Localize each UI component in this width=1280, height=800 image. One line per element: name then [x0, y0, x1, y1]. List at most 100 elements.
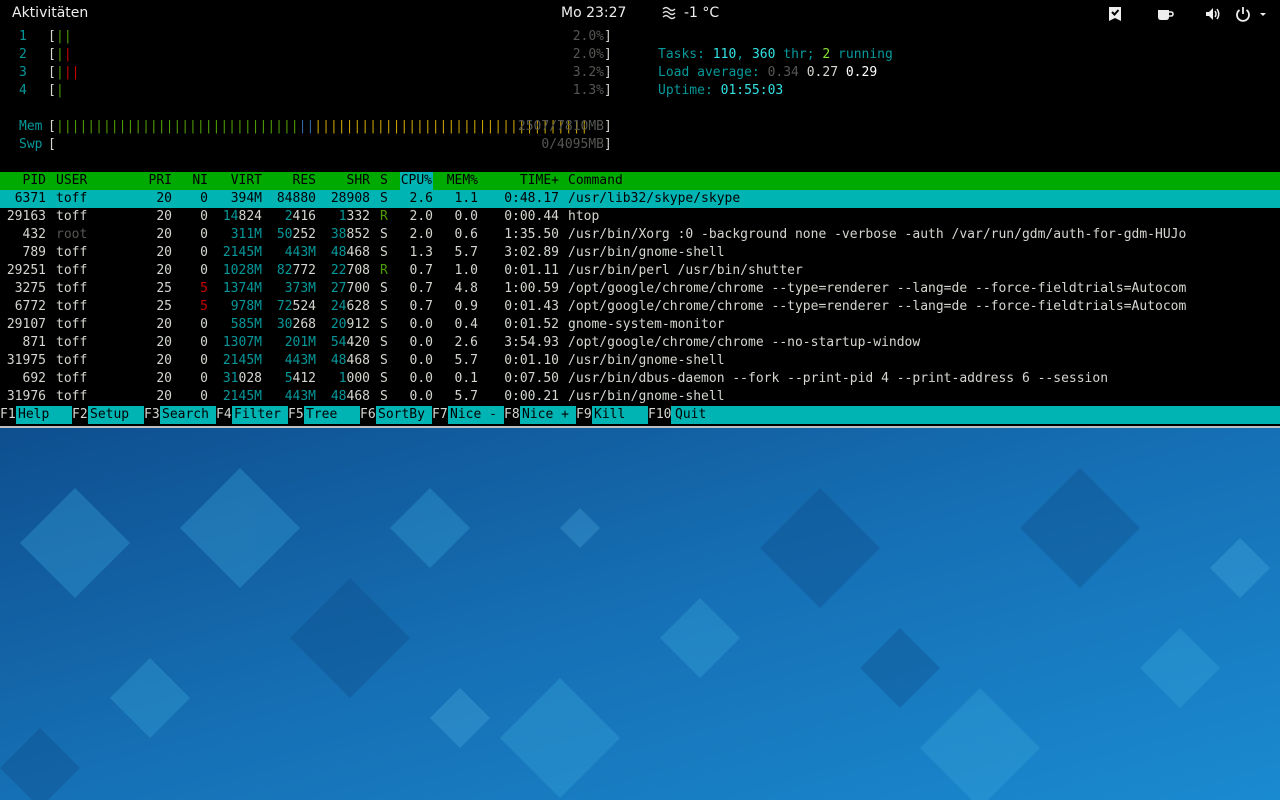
clock[interactable]: Mo 23:27 — [561, 5, 626, 21]
cell-user: root — [56, 227, 88, 242]
chevron-down-icon[interactable] — [1258, 5, 1268, 23]
weather-indicator[interactable]: -1 °C — [662, 5, 719, 21]
cell-mem: 2.6 — [454, 335, 478, 350]
fkey-label-f2[interactable]: Setup — [90, 406, 137, 424]
cell-pri: 20 — [156, 353, 172, 368]
cell-virt: 585M — [230, 317, 262, 332]
cell-cpu: 0.0 — [409, 353, 433, 368]
terminal-window[interactable]: 1[|| 2.0%] 2[|| 2.0%] 3[||| 3.2%] 4[| 1.3%] Mem… — [0, 28, 1280, 426]
cell-mem: 0.4 — [454, 317, 478, 332]
cell-pid: 432 — [22, 227, 46, 242]
column-header-pri[interactable]: PRI — [149, 172, 172, 190]
cell-virt: 1307M — [222, 335, 262, 350]
cell-res: 5412 — [284, 371, 316, 386]
table-row[interactable]: 3275 toff 25 5 1374M 373M 27700 S 0.7 4.8 1:00.59 /… — [0, 280, 1280, 298]
cell-pri: 20 — [156, 335, 172, 350]
fkey-f2[interactable]: F2 — [72, 406, 88, 424]
cell-user: toff — [56, 191, 88, 206]
cell-pri: 20 — [156, 209, 172, 224]
activities-button[interactable]: Aktivitäten — [12, 5, 88, 21]
cell-ni: 0 — [200, 227, 208, 242]
fkey-f3[interactable]: F3 — [144, 406, 160, 424]
swap-meter: Swp [ 0/4095MB ] — [19, 137, 612, 152]
cell-s: S — [380, 317, 388, 332]
column-header-mem[interactable]: MEM% — [447, 172, 478, 190]
cell-shr: 48468 — [330, 389, 370, 404]
cell-pid: 31975 — [6, 353, 46, 368]
cell-mem: 0.1 — [454, 371, 478, 386]
fkey-label-f1[interactable]: Help — [18, 406, 65, 424]
cell-time: 1:35.50 — [504, 227, 559, 242]
fkey-f1[interactable]: F1 — [0, 406, 16, 424]
fkey-f7[interactable]: F7 — [432, 406, 448, 424]
column-header-time[interactable]: TIME+ — [520, 172, 559, 190]
mem-value: 2507/7810MB — [517, 119, 604, 134]
table-row[interactable]: 789 toff 20 0 2145M 443M 48468 S 1.3 5.7 3:02.89/u… — [0, 244, 1280, 262]
table-row[interactable]: 6772 toff 25 5 978M 72524 24628 S 0.7 0.9 0:01.43 /… — [0, 298, 1280, 316]
fkey-label-f4[interactable]: Filter — [234, 406, 281, 424]
tasks-check-icon[interactable] — [1106, 5, 1124, 23]
cell-ni: 0 — [200, 191, 208, 206]
fkey-f5[interactable]: F5 — [288, 406, 304, 424]
table-row[interactable]: 692 toff 20 0 31028 5412 1000 S 0.0 0.1 0:07.50/us… — [0, 370, 1280, 388]
fkey-label-f8[interactable]: Nice + — [522, 406, 569, 424]
table-row[interactable]: 29107 toff 20 0 585M 30268 20912 S 0.0 0.4 0:01.52… — [0, 316, 1280, 334]
fkey-label-f7[interactable]: Nice - — [450, 406, 497, 424]
fkey-label-f6[interactable]: SortBy — [378, 406, 425, 424]
cell-s: S — [380, 191, 388, 206]
fkey-f4[interactable]: F4 — [216, 406, 232, 424]
cell-virt: 978M — [230, 299, 262, 314]
process-table-header[interactable]: PID USER PRI NI VIRT RES SHR S CPU% MEM% TIME+ Comm… — [0, 172, 1280, 190]
cell-shr: 27700 — [330, 281, 370, 296]
power-icon[interactable] — [1235, 5, 1251, 23]
fkey-f9[interactable]: F9 — [576, 406, 592, 424]
cell-time: 0:07.50 — [504, 371, 559, 386]
table-row[interactable]: 31975 toff 20 0 2145M 443M 48468 S 0.0 5.7 0:01.10… — [0, 352, 1280, 370]
fkey-f6[interactable]: F6 — [360, 406, 376, 424]
fkey-label-f3[interactable]: Search — [162, 406, 209, 424]
cell-command: /usr/lib32/skype/skype — [568, 191, 741, 206]
load-15: 0.29 — [845, 65, 878, 80]
cell-pri: 20 — [156, 191, 172, 206]
cpu-bar-user: || — [56, 29, 72, 44]
fkey-label-f10[interactable]: Quit — [675, 406, 706, 424]
column-header-pid[interactable]: PID — [23, 172, 46, 190]
column-header-res[interactable]: RES — [293, 172, 316, 190]
column-header-ni[interactable]: NI — [192, 172, 208, 190]
cell-cpu: 0.7 — [409, 299, 433, 314]
cpu-percent: 2.0% — [572, 29, 604, 44]
fkey-f10[interactable]: F10 — [648, 406, 672, 424]
cell-cpu: 0.7 — [409, 263, 433, 278]
coffee-cup-icon[interactable] — [1156, 5, 1174, 23]
column-header-cpu[interactable]: CPU% — [399, 172, 433, 190]
column-header-shr[interactable]: SHR — [347, 172, 370, 190]
fkey-label-f9[interactable]: Kill — [594, 406, 641, 424]
volume-icon[interactable] — [1205, 5, 1221, 23]
column-header-user[interactable]: USER — [56, 172, 87, 190]
fkey-label-f5[interactable]: Tree — [306, 406, 353, 424]
meter-bracket-open: [ — [48, 29, 56, 44]
cell-command: /usr/bin/dbus-daemon --fork --print-pid … — [568, 371, 1109, 386]
column-header-command[interactable]: Command — [568, 172, 623, 190]
cell-res: 30268 — [276, 317, 316, 332]
cell-time: 0:48.17 — [504, 191, 559, 206]
cell-user: toff — [56, 317, 88, 332]
cell-pid: 871 — [22, 335, 46, 350]
cell-mem: 1.0 — [454, 263, 478, 278]
cell-virt: 311M — [230, 227, 262, 242]
table-row[interactable]: 31976 toff 20 0 2145M 443M 48468 S 0.0 5.7 0:00.21… — [0, 388, 1280, 406]
cell-pri: 20 — [156, 317, 172, 332]
mem-bar-buffers: || — [298, 119, 315, 134]
column-header-s[interactable]: S — [380, 172, 388, 190]
cell-s: S — [380, 227, 388, 242]
table-row[interactable]: 871 toff 20 0 1307M 201M 54420 S 0.0 2.6 3:54.93/o… — [0, 334, 1280, 352]
table-row[interactable]: 29163 toff 20 0 14824 2416 1332 R 2.0 0.0 0:00.44 h… — [0, 208, 1280, 226]
table-row[interactable]: 6371 toff 20 0 394M 84880 28908 S 2.6 1.1 0:48.17 /… — [0, 190, 1280, 208]
table-row[interactable]: 29251 toff 20 0 1028M 82772 22708 R 0.7 1.0 0:01.1… — [0, 262, 1280, 280]
fkey-f8[interactable]: F8 — [504, 406, 520, 424]
cell-s: S — [380, 371, 388, 386]
table-row[interactable]: 432 root 20 0 311M 50252 38852 S 2.0 0.6 1:35.50/u… — [0, 226, 1280, 244]
column-header-virt[interactable]: VIRT — [231, 172, 262, 190]
cell-cpu: 1.3 — [409, 245, 433, 260]
tasks-count: 110 — [712, 47, 737, 62]
